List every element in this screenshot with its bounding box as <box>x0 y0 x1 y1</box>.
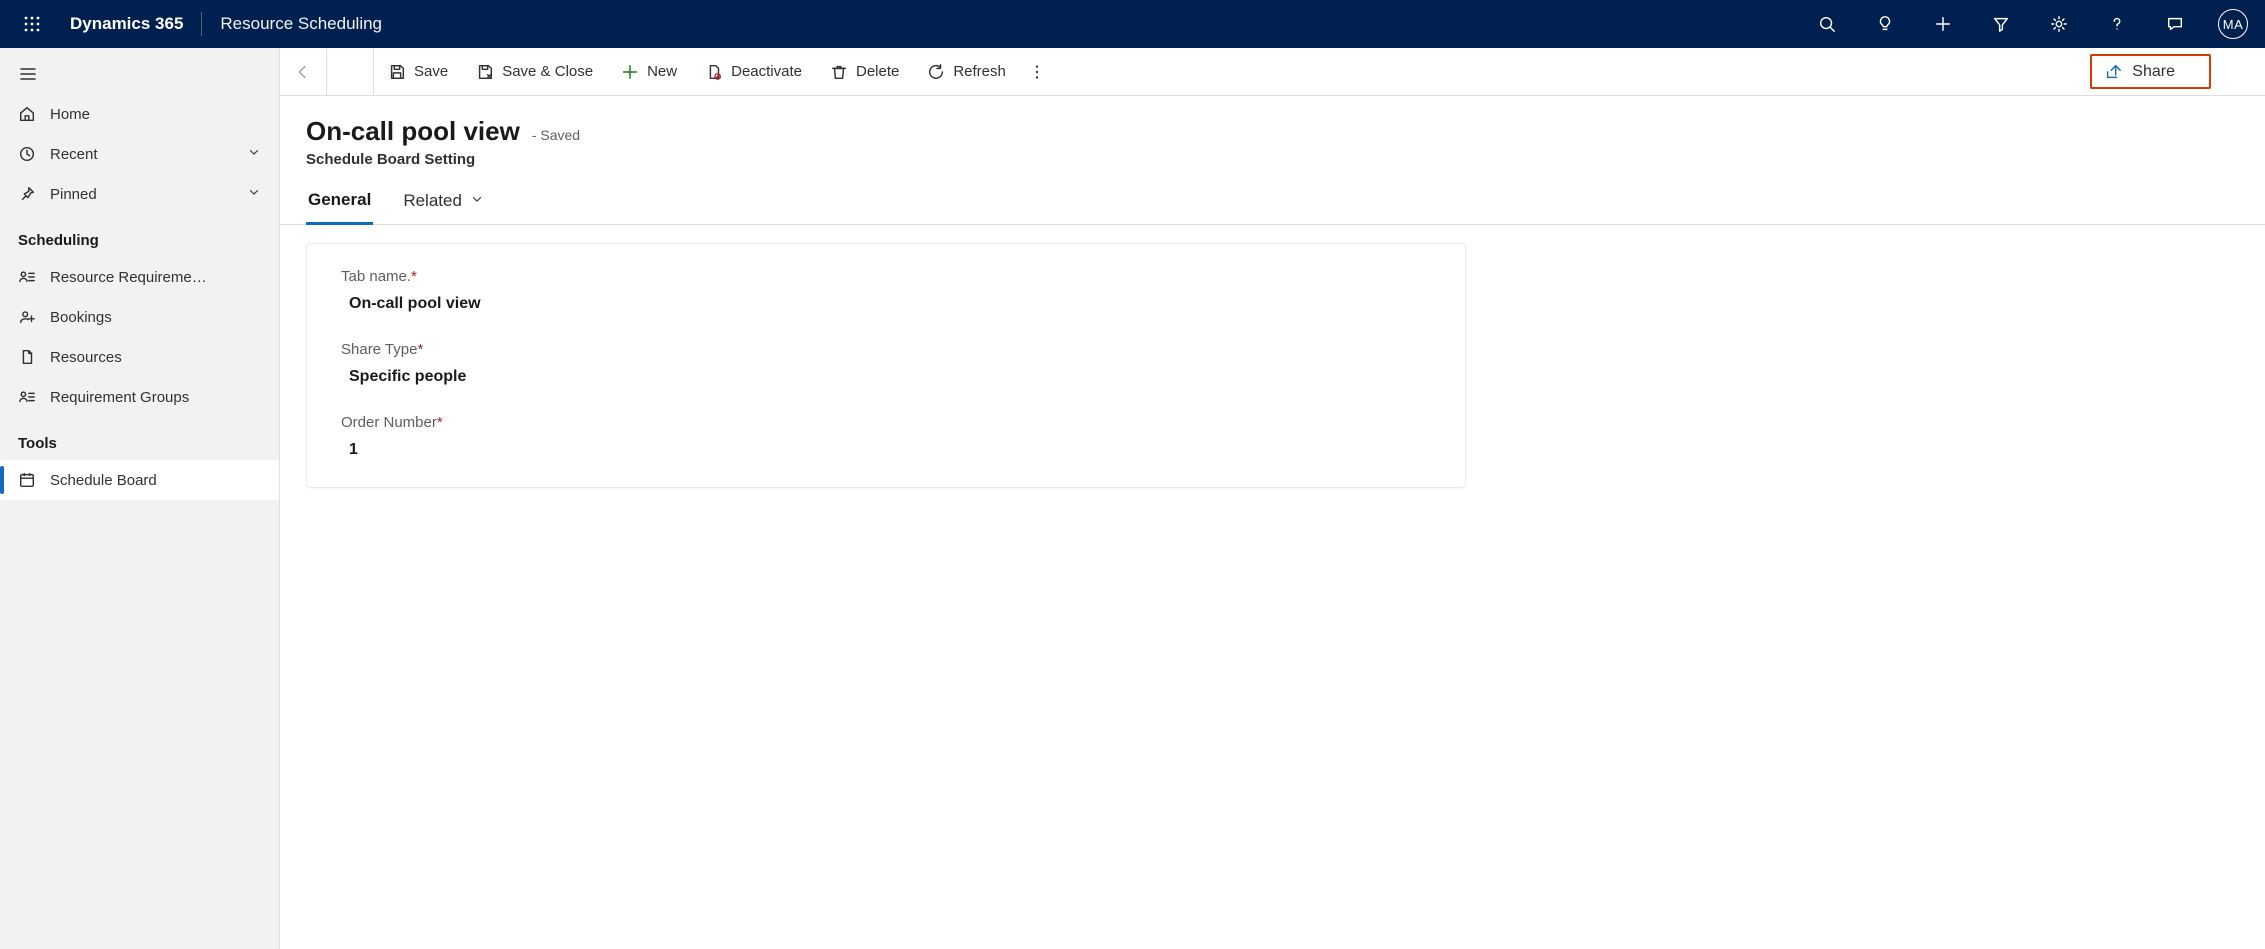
plus-icon[interactable] <box>1923 0 1963 48</box>
assistant-chat-button[interactable] <box>2221 48 2265 95</box>
required-mark: * <box>437 414 443 431</box>
form-tabs: General Related <box>280 180 2265 225</box>
form-area[interactable]: Tab name.* On-call pool view Share Type*… <box>280 225 2265 949</box>
lightbulb-icon[interactable] <box>1865 0 1905 48</box>
field-label: Tab name.* <box>341 268 1431 285</box>
chat-icon[interactable] <box>2155 0 2195 48</box>
refresh-button[interactable]: Refresh <box>913 48 1020 95</box>
back-button[interactable] <box>280 48 327 95</box>
entity-name: Schedule Board Setting <box>306 151 2239 168</box>
calendar-icon <box>18 471 36 489</box>
nav-section-tools: Tools <box>0 417 279 460</box>
app-launcher-icon[interactable] <box>12 0 52 48</box>
nav-label: Pinned <box>50 186 233 203</box>
nav-resource-requirements[interactable]: Resource Requireme… <box>0 257 279 297</box>
brand-name[interactable]: Dynamics 365 <box>70 14 183 34</box>
save-close-label: Save & Close <box>502 63 593 80</box>
field-value[interactable]: 1 <box>341 441 1431 459</box>
titlebar: Dynamics 365 Resource Scheduling MA <box>0 0 2265 48</box>
file-icon <box>18 348 36 366</box>
clock-icon <box>18 145 36 163</box>
funnel-icon[interactable] <box>1981 0 2021 48</box>
field-value[interactable]: On-call pool view <box>341 295 1431 313</box>
nav-pinned[interactable]: Pinned <box>0 174 279 214</box>
workspace: Save Save & Close New Deactivate Delete … <box>280 48 2265 949</box>
nav-label: Schedule Board <box>50 472 261 489</box>
nav-home[interactable]: Home <box>0 94 279 134</box>
form-card: Tab name.* On-call pool view Share Type*… <box>306 243 1466 488</box>
delete-label: Delete <box>856 63 899 80</box>
field-value[interactable]: Specific people <box>341 368 1431 386</box>
page-title: On-call pool view <box>306 116 520 147</box>
delete-button[interactable]: Delete <box>816 48 913 95</box>
popout-button[interactable] <box>327 48 374 95</box>
chevron-down-icon <box>247 145 261 163</box>
required-mark: * <box>411 268 417 285</box>
hamburger-icon[interactable] <box>0 54 279 94</box>
command-bar: Save Save & Close New Deactivate Delete … <box>280 48 2265 96</box>
titlebar-divider <box>201 12 202 36</box>
save-close-button[interactable]: Save & Close <box>462 48 607 95</box>
tab-label: Related <box>403 191 462 211</box>
nav-bookings[interactable]: Bookings <box>0 297 279 337</box>
deactivate-label: Deactivate <box>731 63 802 80</box>
save-button[interactable]: Save <box>374 48 462 95</box>
question-icon[interactable] <box>2097 0 2137 48</box>
new-button[interactable]: New <box>607 48 691 95</box>
avatar-initials: MA <box>2218 9 2248 39</box>
nav-resources[interactable]: Resources <box>0 337 279 377</box>
nav-label: Home <box>50 106 261 123</box>
nav-section-scheduling: Scheduling <box>0 214 279 257</box>
tab-label: General <box>308 190 371 210</box>
field-label: Share Type* <box>341 341 1431 358</box>
left-nav: Home Recent Pinned Scheduling <box>0 48 280 949</box>
nav-recent[interactable]: Recent <box>0 134 279 174</box>
tab-general[interactable]: General <box>306 180 373 225</box>
tab-related[interactable]: Related <box>401 180 486 224</box>
chevron-down-icon <box>470 191 484 211</box>
page-header: On-call pool view - Saved Schedule Board… <box>280 96 2265 180</box>
required-mark: * <box>417 341 423 358</box>
nav-label: Recent <box>50 146 233 163</box>
gear-icon[interactable] <box>2039 0 2079 48</box>
nav-requirement-groups[interactable]: Requirement Groups <box>0 377 279 417</box>
chevron-down-icon <box>2185 66 2197 78</box>
field-share-type[interactable]: Share Type* Specific people <box>341 341 1431 386</box>
person-plus-icon <box>18 308 36 326</box>
field-tab-name[interactable]: Tab name.* On-call pool view <box>341 268 1431 313</box>
search-icon[interactable] <box>1807 0 1847 48</box>
new-label: New <box>647 63 677 80</box>
page-save-status: - Saved <box>532 127 580 143</box>
home-icon <box>18 105 36 123</box>
nav-label: Bookings <box>50 309 261 326</box>
people-list-icon <box>18 268 36 286</box>
deactivate-button[interactable]: Deactivate <box>691 48 816 95</box>
field-order-number[interactable]: Order Number* 1 <box>341 414 1431 459</box>
share-button[interactable]: Share <box>2090 54 2211 89</box>
nav-schedule-board[interactable]: Schedule Board <box>0 460 279 500</box>
field-label: Order Number* <box>341 414 1431 431</box>
save-label: Save <box>414 63 448 80</box>
nav-label: Resource Requireme… <box>50 269 261 286</box>
share-label: Share <box>2132 63 2175 81</box>
nav-label: Resources <box>50 349 261 366</box>
people-list-icon <box>18 388 36 406</box>
account-avatar[interactable]: MA <box>2213 0 2253 48</box>
chevron-down-icon <box>247 185 261 203</box>
more-commands-button[interactable] <box>1020 48 1054 95</box>
refresh-label: Refresh <box>953 63 1006 80</box>
nav-label: Requirement Groups <box>50 389 261 406</box>
area-name[interactable]: Resource Scheduling <box>220 14 382 34</box>
pin-icon <box>18 185 36 203</box>
